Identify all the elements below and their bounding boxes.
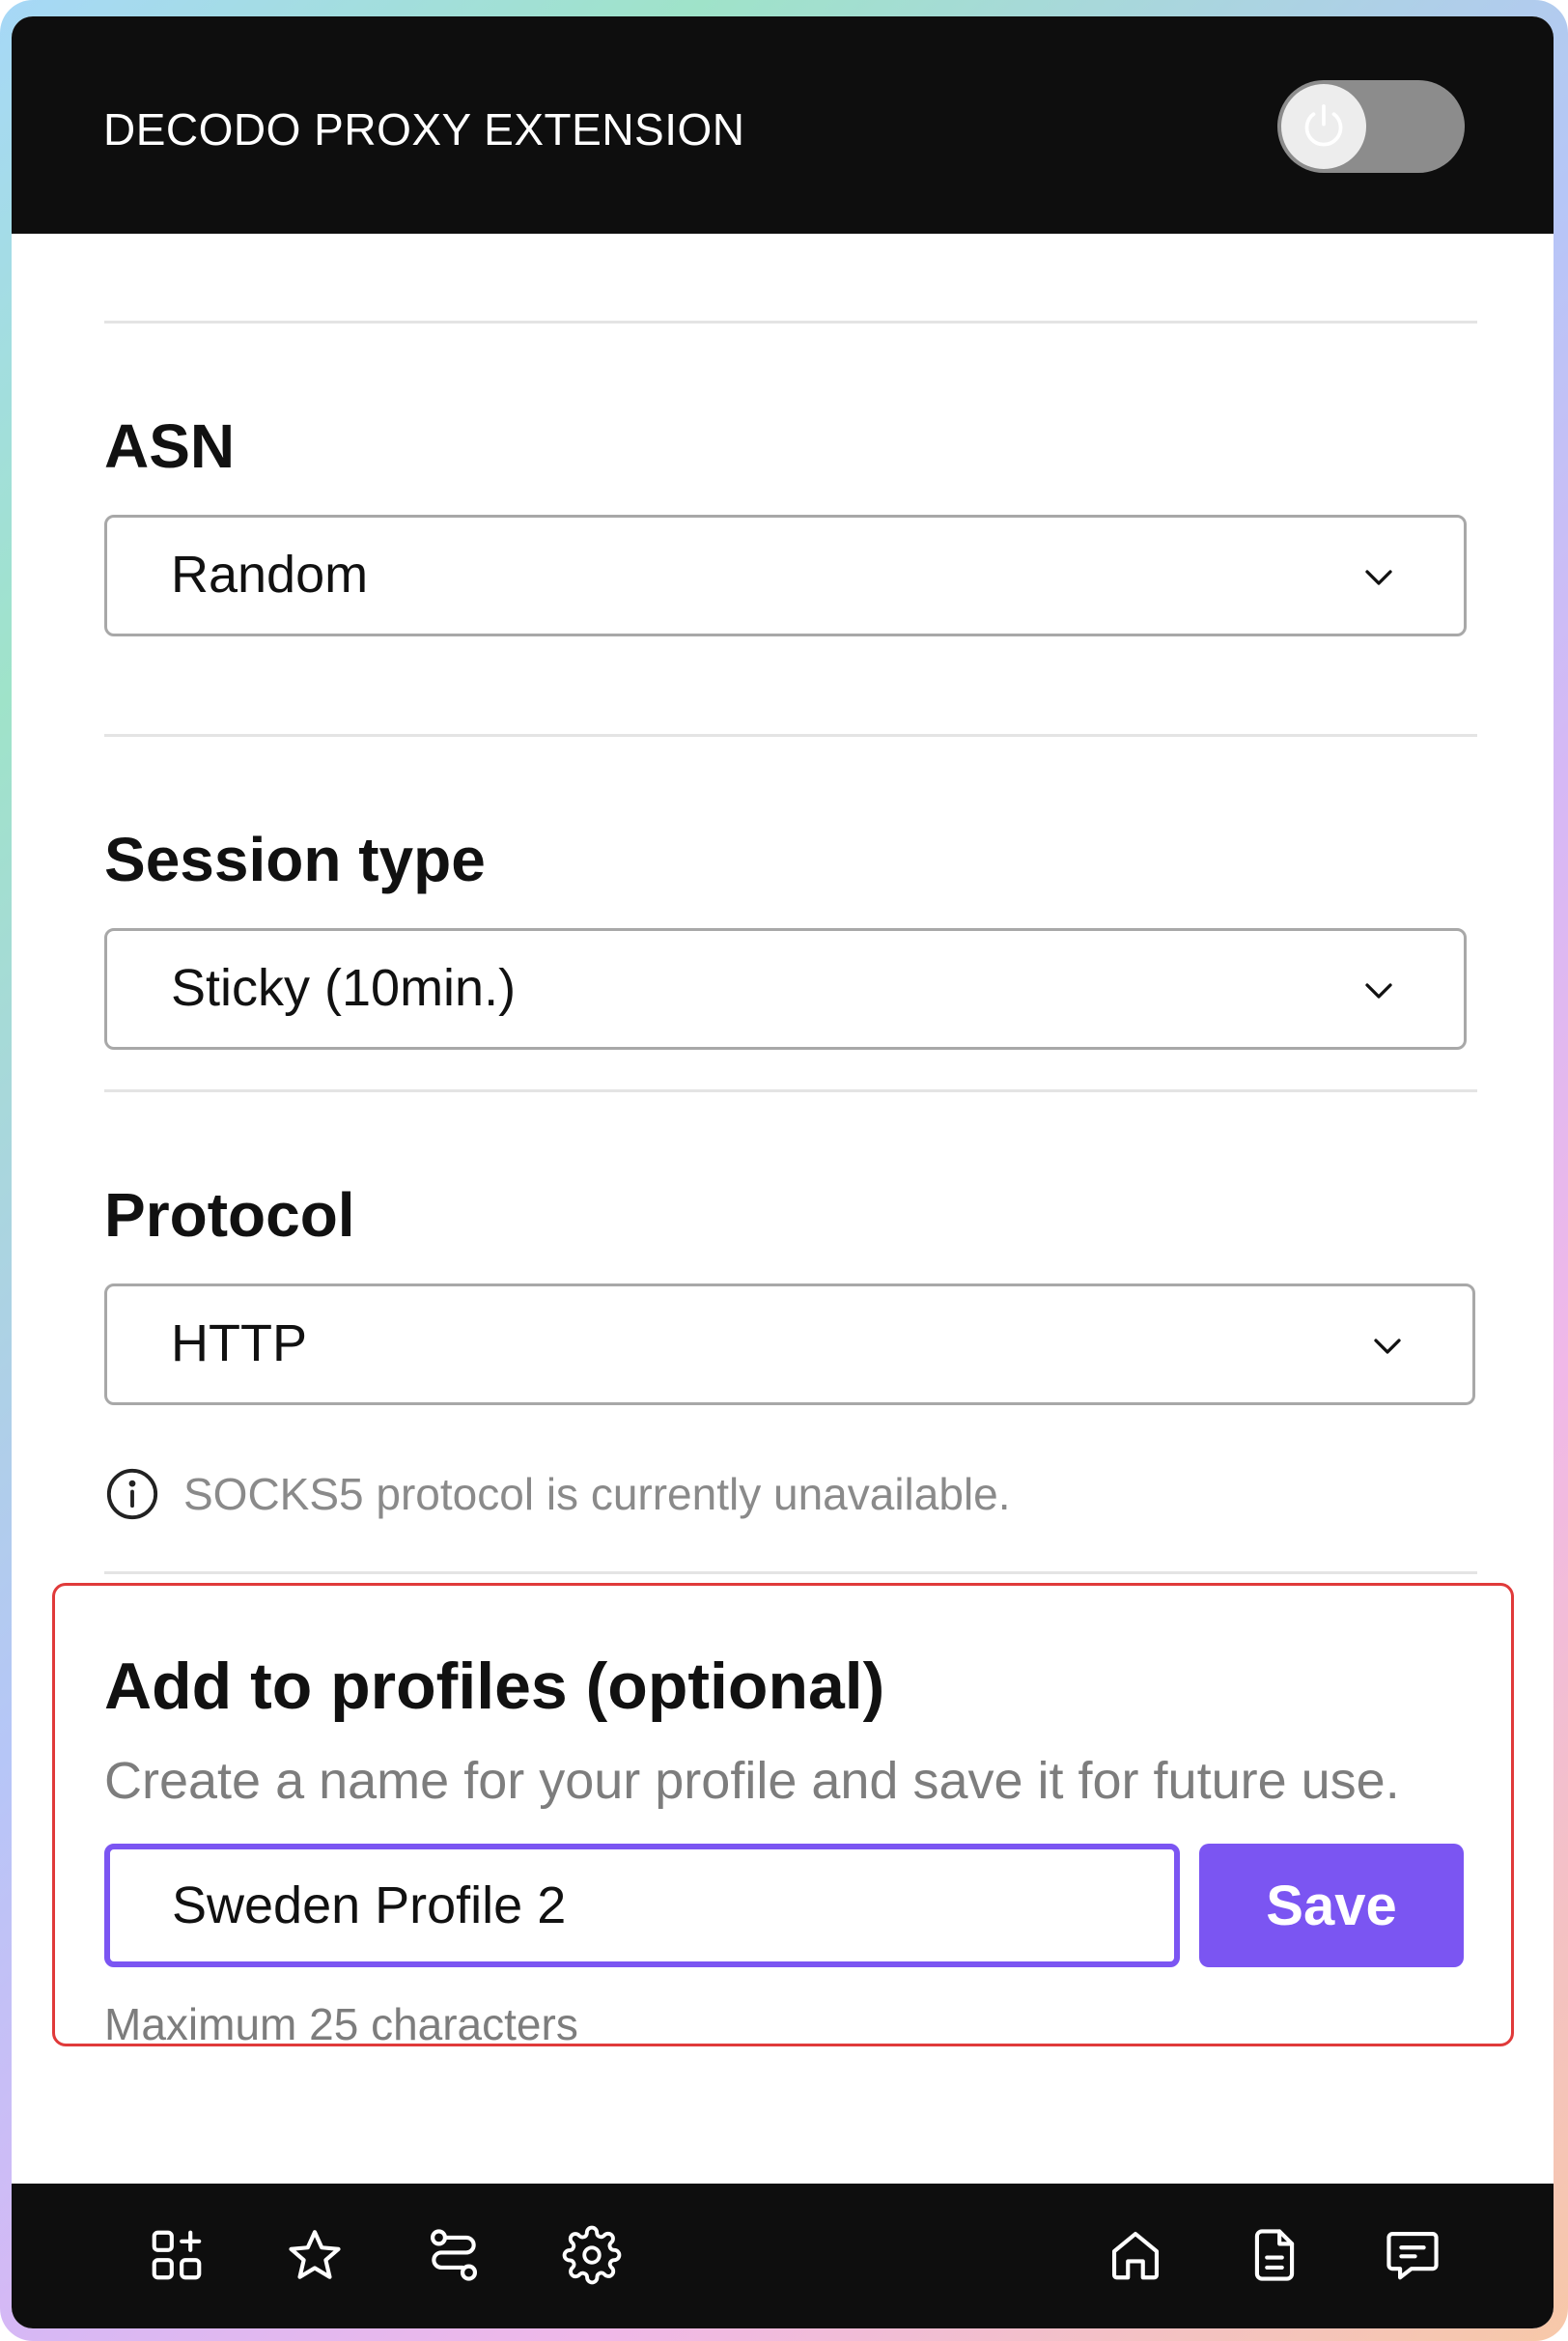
home-icon[interactable] <box>1097 2216 1174 2294</box>
profile-name-hint: Maximum 25 characters <box>104 1999 578 2049</box>
divider <box>104 321 1477 324</box>
session-type-selected-value: Sticky (10min.) <box>171 959 517 1017</box>
chat-icon[interactable] <box>1374 2216 1451 2294</box>
profile-section-description: Create a name for your profile and save … <box>104 1752 1400 1810</box>
divider <box>104 734 1477 737</box>
divider <box>104 1089 1477 1092</box>
power-toggle[interactable] <box>1277 80 1465 173</box>
chevron-down-icon <box>1374 1339 1401 1354</box>
gear-icon[interactable] <box>553 2216 630 2294</box>
profile-name-input[interactable] <box>104 1844 1180 1967</box>
protocol-select[interactable]: HTTP <box>104 1283 1475 1405</box>
app-title: DECODO PROXY EXTENSION <box>103 104 745 155</box>
asn-label: ASN <box>104 411 236 481</box>
session-type-label: Session type <box>104 825 486 894</box>
extension-popup: DECODO PROXY EXTENSION ASN Random Sessio… <box>12 16 1554 2328</box>
route-icon[interactable] <box>415 2216 492 2294</box>
chevron-down-icon <box>1365 570 1392 585</box>
star-icon[interactable] <box>276 2216 353 2294</box>
protocol-label: Protocol <box>104 1180 355 1250</box>
chevron-down-icon <box>1365 983 1392 999</box>
session-type-select[interactable]: Sticky (10min.) <box>104 928 1467 1050</box>
asn-selected-value: Random <box>171 546 369 604</box>
info-icon <box>106 1468 158 1520</box>
save-button[interactable]: Save <box>1199 1844 1464 1967</box>
profile-section-title: Add to profiles (optional) <box>104 1650 885 1723</box>
protocol-selected-value: HTTP <box>171 1314 307 1372</box>
divider <box>104 1571 1477 1574</box>
footer-nav <box>12 2184 1554 2328</box>
protocol-notice-text: SOCKS5 protocol is currently unavailable… <box>183 1469 1011 1519</box>
protocol-notice: SOCKS5 protocol is currently unavailable… <box>104 1465 1011 1523</box>
header-bar: DECODO PROXY EXTENSION <box>12 16 1554 234</box>
power-icon <box>1281 84 1366 169</box>
asn-select[interactable]: Random <box>104 515 1467 636</box>
apps-add-icon[interactable] <box>138 2216 215 2294</box>
document-icon[interactable] <box>1236 2216 1313 2294</box>
